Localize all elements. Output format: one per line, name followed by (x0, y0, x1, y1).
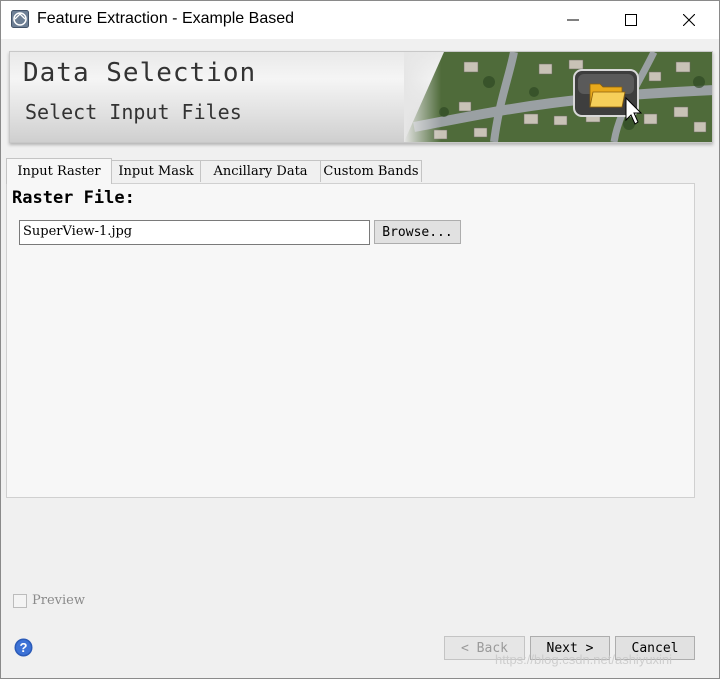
title-bar: Feature Extraction - Example Based (1, 1, 719, 39)
banner-title: Data Selection (23, 58, 257, 88)
watermark: https://blog.csdn.net/ashiyuxini (495, 652, 673, 667)
svg-text:?: ? (20, 640, 28, 655)
header-banner: Data Selection Select Input Files (9, 51, 713, 143)
close-icon (683, 14, 695, 26)
help-icon[interactable]: ? (14, 638, 33, 657)
tab-input-raster[interactable]: Input Raster (6, 158, 112, 184)
maximize-button[interactable] (602, 1, 660, 39)
raster-file-input[interactable]: SuperView-1.jpg (19, 220, 370, 245)
maximize-icon (625, 14, 637, 26)
preview-checkbox[interactable] (13, 594, 27, 608)
input-raster-panel: Raster File: SuperView-1.jpg Browse... (6, 183, 695, 498)
tab-input-mask[interactable]: Input Mask (111, 160, 201, 182)
banner-subtitle: Select Input Files (25, 100, 242, 124)
tab-ancillary-data[interactable]: Ancillary Data (200, 160, 321, 182)
aerial-neighborhood-folder-image (404, 52, 712, 142)
dialog-window: Feature Extraction - Example Based Data … (0, 0, 720, 679)
preview-label: Preview (32, 593, 85, 608)
browse-button[interactable]: Browse... (374, 220, 461, 244)
app-icon (11, 10, 29, 28)
window-title: Feature Extraction - Example Based (37, 10, 295, 27)
minimize-button[interactable] (544, 1, 602, 39)
tab-custom-bands[interactable]: Custom Bands (320, 160, 422, 182)
close-button[interactable] (660, 1, 718, 39)
raster-file-label: Raster File: (12, 188, 135, 208)
minimize-icon (567, 19, 579, 21)
